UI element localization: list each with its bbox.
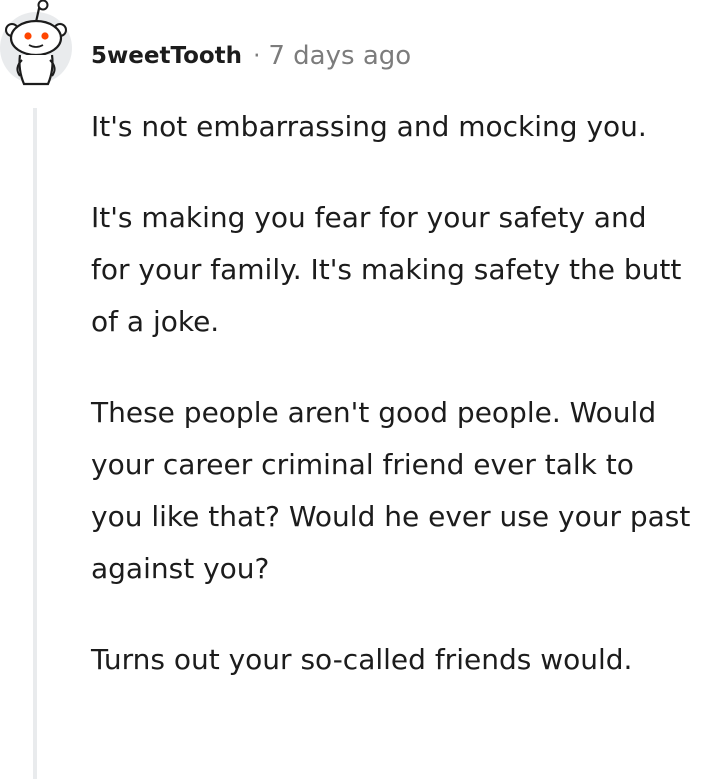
comment-body: It's not embarrassing and mocking you. I… (91, 101, 691, 725)
comment-paragraph: It's making you fear for your safety and… (91, 201, 682, 338)
reddit-snoo-avatar-icon (0, 0, 72, 86)
comment-paragraph: Turns out your so-called friends would. (91, 643, 633, 676)
thread-collapse-line[interactable] (33, 108, 37, 779)
meta-separator: · (253, 43, 261, 69)
comment-paragraph: These people aren't good people. Would y… (91, 396, 691, 585)
comment-paragraph: It's not embarrassing and mocking you. (91, 110, 647, 143)
author-username[interactable]: 5weetTooth (91, 43, 242, 69)
comment-timestamp[interactable]: 7 days ago (268, 41, 411, 71)
comment-meta: 5weetTooth · 7 days ago (91, 36, 411, 76)
comment: 5weetTooth · 7 days ago It's not embarra… (0, 0, 701, 779)
avatar[interactable] (0, 0, 76, 90)
